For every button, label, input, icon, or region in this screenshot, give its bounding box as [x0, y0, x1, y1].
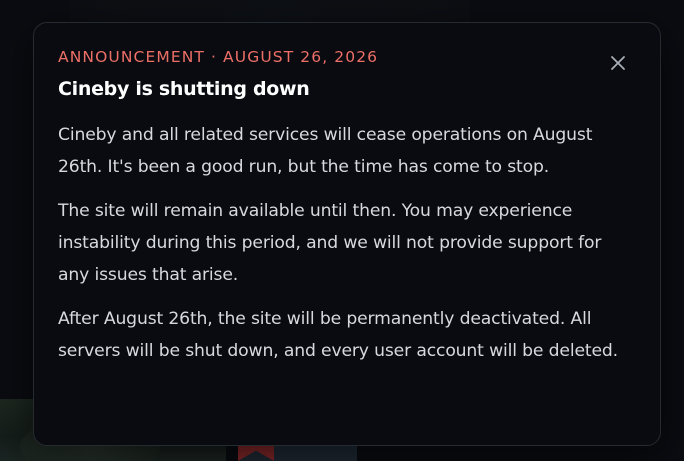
announcement-paragraph: Cineby and all related services will cea… — [58, 125, 593, 177]
close-icon — [610, 55, 626, 71]
announcement-paragraph: After August 26th, the site will be perm… — [58, 309, 618, 361]
announcement-paragraph: The site will remain available until the… — [58, 201, 602, 285]
announcement-date-label: ANNOUNCEMENT · AUGUST 26, 2026 — [58, 48, 379, 66]
announcement-title: Cineby is shutting down — [58, 78, 310, 100]
announcement-modal: ANNOUNCEMENT · AUGUST 26, 2026 Cineby is… — [33, 22, 661, 446]
announcement-body: Cineby and all related services will cea… — [58, 119, 618, 379]
close-button[interactable] — [605, 50, 631, 76]
